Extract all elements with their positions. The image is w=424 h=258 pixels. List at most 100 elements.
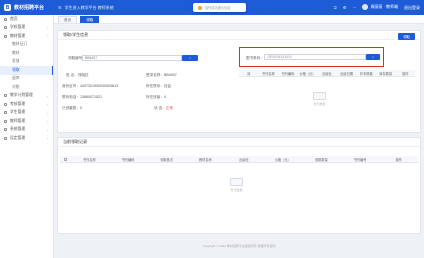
user-name: 周丽丽 · 教师端 [370,4,398,10]
top-menu: ☰ 学生进入教学平台 教师系统 [58,5,114,11]
sidebar-item-label: 首页 [10,16,18,21]
dept-key: 所在院系： [146,84,164,88]
col-header: 书刊编号 [353,157,367,162]
status-badge: 正常 [165,106,173,110]
app-title: 教材招聘平台 [14,5,45,11]
panel-title: 领取/学生信息 [58,31,420,40]
sidebar-item[interactable]: 首页 [0,15,53,24]
col-header: 价格（元） [274,157,291,162]
student-info-panel: 领取/学生信息 [57,30,421,133]
tab-bar: 首页 领取 [54,15,424,24]
chevron-icon: ⌄ [46,25,49,30]
phone-value: 13660071521 [79,95,102,99]
sidebar-item[interactable]: 领取 [0,66,53,75]
col-header: 领取批次 [160,157,174,162]
menu-icon [4,119,7,123]
sidebar-item[interactable]: 设定管理 ⌄ [0,134,53,143]
col-header: 书刊名称 [82,157,96,162]
sidebar-item[interactable]: 发放 [0,58,53,67]
empty-box-icon [230,178,243,186]
col-header: 领取数量 [314,157,328,162]
sidebar-item-label: 领取 [12,67,20,72]
checkbox[interactable] [63,157,67,161]
sidebar-item[interactable]: 学校管理 ⌄ [0,24,53,33]
highlight-box [239,47,384,67]
info-login: 登录名称：BB4007 [146,73,177,78]
logo-icon: B [4,4,11,11]
notification-toast: 操作成功提示信息 [193,3,246,12]
info-count: 已领套数：0 [62,106,82,111]
info-id: 身份证号：4407321990030503613 [62,84,118,89]
dept-value: 社会 [163,84,172,88]
chevron-icon: ⌄ [46,110,49,115]
more-icon[interactable]: ⋯ [352,5,356,10]
warning-icon [198,5,202,10]
chevron-icon: ⌄ [46,136,49,141]
class-value: 4 [163,95,166,99]
col-header: 序 [247,71,251,76]
sidebar-item[interactable]: 教师管理 ⌄ [0,117,53,126]
logout-link[interactable]: 退出登录 [404,5,420,11]
sidebar-item-label: 系统管理 [10,127,26,132]
empty-text: 暂无数据 [230,188,243,192]
info-dept: 所在院系：社会 [146,84,171,89]
tab-home[interactable]: 首页 [58,16,78,23]
col-header: 开本规格 [359,71,373,76]
materials-table-header: 序 书刊名称 书刊编码 价格（元） 出版社 出版日期 开本规格 库存数量 操作 [239,70,415,77]
menu-toggle-icon[interactable]: ☰ [58,5,62,10]
col-header: 出版社 [322,71,332,76]
col-header: 价格（元） [299,71,316,76]
select-all-checkbox[interactable] [60,157,70,161]
name-value: 刘晓红 [77,73,89,77]
info-status: 状 态：正常 [154,106,173,111]
info-phone: 联系电话：13660071521 [62,95,102,100]
code-input[interactable]: BB4007 [82,54,182,61]
sidebar-item[interactable]: 学生管理 ⌄ [0,109,53,118]
menu-icon [4,94,7,98]
receive-button[interactable]: 领取 [398,33,415,40]
history-table-header: 书刊名称 书刊编码 领取批次 教材名称 出版社 价格（元） 领取数量 书刊编号 … [60,156,418,163]
panel-title: 当前领取记录 [58,138,420,147]
sidebar-item-label: 学生管理 [10,110,26,115]
settings-icon[interactable]: ⚙ [343,5,347,10]
menu-icon [4,136,7,140]
sidebar-item[interactable]: 教学计划管理 ⌄ [0,92,53,101]
status-key: 状 态： [154,106,166,110]
menu-icon [4,128,7,132]
sidebar-item[interactable]: 教材 [0,49,53,58]
sidebar-item-label: 教材征订 [12,42,28,47]
login-key: 登录名称： [146,73,164,77]
tab-receive[interactable]: 领取 [80,16,100,23]
user-menu[interactable]: 周丽丽 · 教师端 [362,4,398,11]
sidebar-nav: 首页 学校管理 ⌄ 教材管理 ⌃ 教材征订 教材 发放 领取 退库 对账 教学计划管理 ⌄ 考核管理 ⌄ 学生… [0,15,53,143]
sidebar-item[interactable]: 考核管理 ⌄ [0,100,53,109]
sidebar-item-label: 学校管理 [10,25,26,30]
sidebar-item-label: 设定管理 [10,135,26,140]
search-icon: ⌕ [189,55,191,60]
code-search-button[interactable]: ⌕ [182,54,198,61]
menu-icon [4,111,7,115]
sidebar-item[interactable]: 教材征订 [0,41,53,50]
col-header: 出版社 [239,157,249,162]
chevron-icon: ⌄ [46,119,49,124]
avatar [362,4,369,11]
menu-icon [4,17,7,21]
sidebar-item[interactable]: 退库 [0,75,53,84]
sidebar-item[interactable]: 教材管理 ⌃ [0,32,53,41]
history-empty-state: 暂无数据 [230,178,243,192]
count-value: 0 [79,106,82,110]
info-class: 所在班级：4 [146,95,166,100]
col-header: 库存数量 [379,71,393,76]
user-area: ⎋ ⚙ ⋯ 周丽丽 · 教师端 退出登录 [334,0,420,15]
exit-icon[interactable]: ⎋ [334,5,337,10]
menu-icon [4,26,7,30]
sidebar-item[interactable]: 对账 [0,83,53,92]
id-value: 4407321990030503613 [79,84,118,88]
col-header: 教材名称 [198,157,212,162]
app-logo[interactable]: B 教材招聘平台 [0,0,58,15]
sidebar-item-label: 教学计划管理 [10,93,33,98]
col-header: 书刊名称 [261,71,275,76]
sidebar-item-label: 教材管理 [10,33,26,38]
sidebar-item[interactable]: 系统管理 ⌄ [0,126,53,135]
sidebar-item-label: 教师管理 [10,118,26,123]
